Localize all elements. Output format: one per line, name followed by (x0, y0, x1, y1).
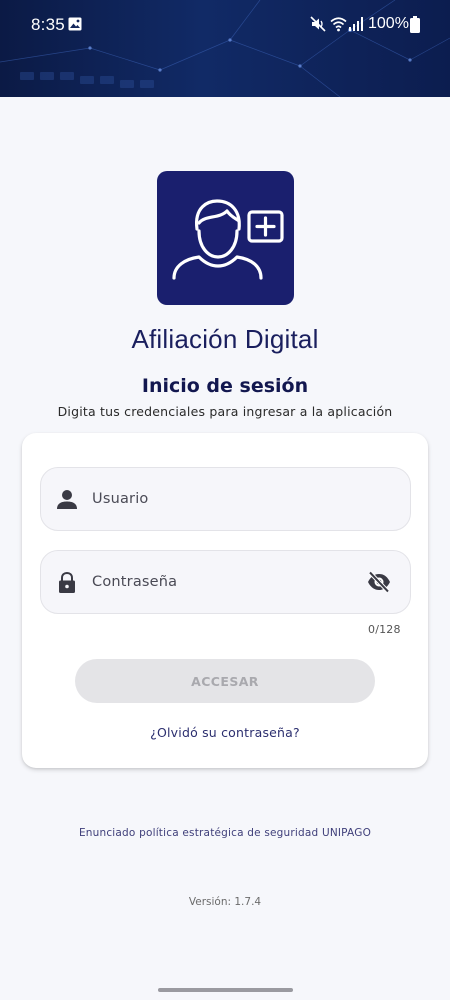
forgot-password-link[interactable]: ¿Olvidó su contraseña? (22, 725, 428, 740)
version-label: Versión: 1.7.4 (188, 896, 262, 908)
gallery-icon (68, 17, 82, 31)
password-char-counter: 0/128 (368, 623, 401, 636)
status-time: 8:35 (31, 15, 65, 34)
eye-off-icon[interactable] (367, 571, 391, 593)
battery-icon (410, 16, 420, 33)
password-field[interactable]: Contraseña (40, 550, 411, 614)
security-policy-link[interactable]: Enunciado política estratégica de seguri… (0, 827, 450, 839)
password-placeholder: Contraseña (92, 574, 178, 590)
add-user-icon (172, 199, 284, 280)
login-card: Usuario Contraseña 0/128 ACCESAR ¿Olvidó… (22, 433, 428, 768)
signal-icon (349, 17, 363, 31)
accesar-button[interactable]: ACCESAR (75, 659, 375, 703)
app-title: Afiliación Digital (131, 324, 319, 354)
person-icon (57, 490, 77, 509)
status-bar: 8:35 100% (0, 0, 450, 50)
wifi-icon (330, 17, 347, 32)
username-placeholder: Usuario (92, 491, 149, 507)
app-logo (157, 171, 294, 305)
login-title: Inicio de sesión (141, 375, 309, 397)
login-subtitle: Digita tus credenciales para ingresar a … (57, 404, 393, 419)
username-field[interactable]: Usuario (40, 467, 411, 531)
home-indicator[interactable] (158, 988, 293, 992)
header-banner: 8:35 100% (0, 0, 450, 97)
battery-percentage: 100% (368, 15, 409, 32)
lock-icon (59, 572, 75, 593)
mute-icon (310, 16, 326, 32)
